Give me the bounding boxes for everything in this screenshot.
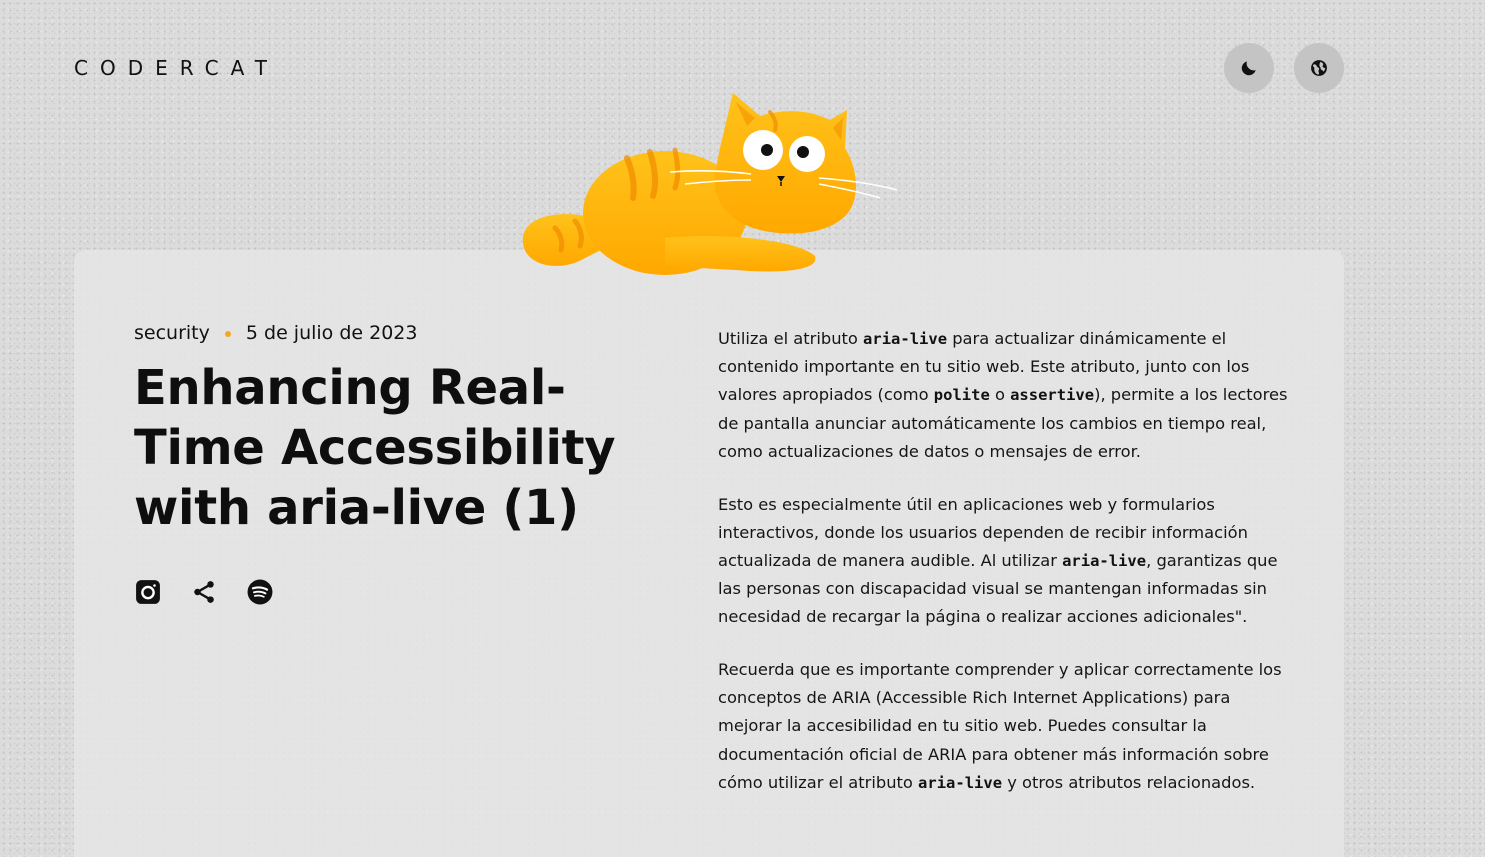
post-paragraph: Utiliza el atributo aria-live para actua… bbox=[718, 329, 1288, 461]
globe-icon bbox=[1311, 60, 1327, 76]
post-date: 5 de julio de 2023 bbox=[245, 322, 418, 344]
inline-code: aria-live bbox=[1062, 551, 1147, 570]
separator-dot bbox=[224, 331, 231, 337]
spotify-icon[interactable] bbox=[246, 578, 274, 606]
inline-code: assertive bbox=[1010, 386, 1095, 405]
theme-toggle-button[interactable] bbox=[1224, 43, 1274, 93]
share-icon[interactable] bbox=[190, 578, 218, 606]
post-category[interactable]: security bbox=[134, 322, 210, 344]
post-meta: security 5 de julio de 2023 bbox=[134, 322, 417, 344]
post-paragraph: Esto es especialmente útil en aplicacion… bbox=[718, 494, 1278, 627]
language-button[interactable] bbox=[1294, 43, 1344, 93]
post-body: Utiliza el atributo aria-live para actua… bbox=[718, 325, 1293, 822]
inline-code: aria-live bbox=[863, 330, 948, 348]
post-paragraph: Recuerda que es importante comprender y … bbox=[718, 660, 1282, 792]
post-title: Enhancing Real-Time Accessibility with a… bbox=[134, 360, 616, 536]
moon-icon bbox=[1241, 61, 1256, 76]
inline-code: polite bbox=[933, 386, 990, 405]
instagram-icon[interactable] bbox=[134, 578, 162, 606]
cat-mascot-illustration bbox=[522, 93, 898, 275]
inline-code: aria-live bbox=[918, 773, 1003, 792]
social-links bbox=[134, 578, 274, 606]
site-logo[interactable]: CODERCAT bbox=[74, 56, 279, 80]
